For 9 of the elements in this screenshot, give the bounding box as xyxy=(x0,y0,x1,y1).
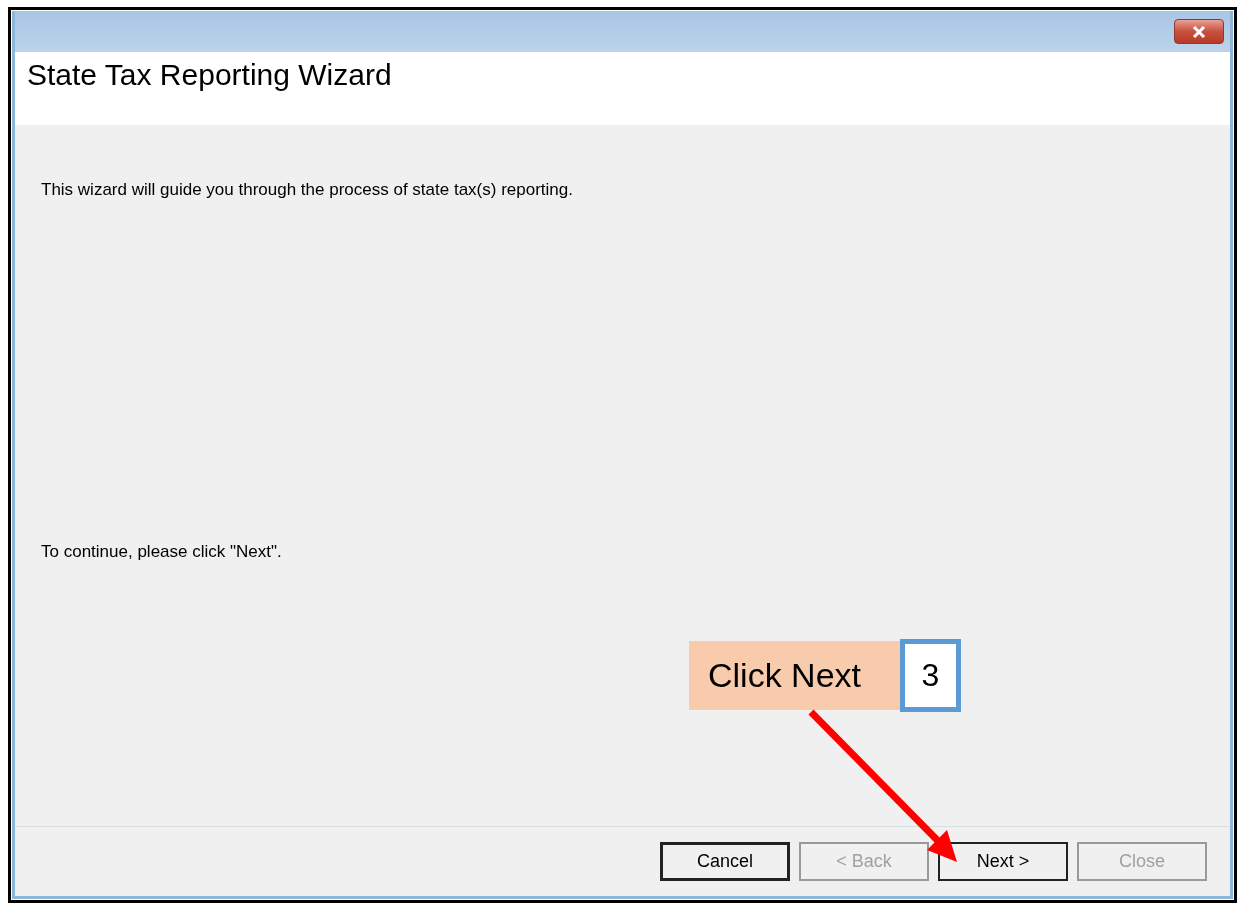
callout-label: Click Next xyxy=(689,641,900,710)
intro-text: This wizard will guide you through the process of state tax(s) reporting. xyxy=(41,180,573,200)
wizard-button[interactable]: Next > xyxy=(938,842,1068,881)
close-icon xyxy=(1192,25,1206,38)
step-number: 3 xyxy=(900,639,961,712)
wizard-button[interactable]: Cancel xyxy=(660,842,790,881)
instruction-text: To continue, please click "Next". xyxy=(41,542,282,562)
window-title: State Tax Reporting Wizard xyxy=(27,58,392,92)
close-button[interactable] xyxy=(1174,19,1224,44)
